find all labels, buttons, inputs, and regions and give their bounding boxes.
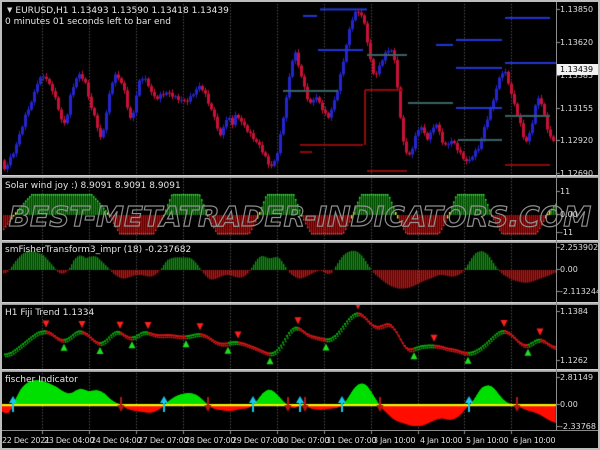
price-scale-label: 1.1384 [560, 307, 588, 316]
price-scale-label: 1.12690 [560, 169, 594, 178]
time-axis-label: 3 Jan 10:00 [373, 436, 416, 445]
time-axis-label: 6 Jan 10:00 [513, 436, 556, 445]
price-scale-label: 0.00 [560, 265, 578, 274]
time-axis-label: 31 Dec 07:00 [326, 436, 377, 445]
panel-separator[interactable] [0, 369, 600, 372]
price-scale-label: 0.00 [560, 400, 578, 409]
price-scale-label: 2.81149 [560, 373, 594, 382]
panel-separator[interactable] [0, 240, 600, 243]
price-scale-label: 1.1262 [560, 356, 588, 365]
time-axis-label: 4 Jan 10:00 [420, 436, 463, 445]
time-axis-label: 29 Dec 07:00 [232, 436, 283, 445]
price-scale-label: -2.113244 [560, 287, 600, 296]
price-scale-label: 1.13155 [560, 104, 594, 113]
mt4-chart-window: BEST-METATRADER-INDICATORS.COM ▼EURUSD,H… [0, 0, 600, 450]
time-axis-label: 30 Dec 07:00 [279, 436, 330, 445]
time-axis-label: 5 Jan 10:00 [466, 436, 509, 445]
price-scale-label: -11 [560, 228, 574, 237]
axis-border [0, 430, 600, 431]
window-frame-top [0, 0, 600, 2]
price-scale-label: 1.13850 [560, 5, 594, 14]
current-price-badge: 1.13439 [557, 64, 599, 75]
price-scale-label: 11 [560, 187, 571, 196]
price-scale-label: 1.13620 [560, 38, 594, 47]
window-frame-left [0, 0, 2, 450]
time-axis-label: 23 Dec 04:00 [44, 436, 95, 445]
panel-separator[interactable] [0, 175, 600, 178]
price-scale-label: -2.33768 [560, 422, 596, 431]
time-axis-label: 27 Dec 07:00 [138, 436, 189, 445]
time-axis-label: 28 Dec 07:00 [185, 436, 236, 445]
chart-canvas[interactable] [0, 0, 600, 450]
price-scale-label: 0.00 [560, 210, 578, 219]
panel-separator[interactable] [0, 302, 600, 305]
price-scale-label: 2.253902 [560, 243, 599, 252]
price-scale-label: 1.12920 [560, 136, 594, 145]
time-axis-label: 24 Dec 04:00 [91, 436, 142, 445]
time-axis-label: 22 Dec 2021 [2, 436, 50, 445]
